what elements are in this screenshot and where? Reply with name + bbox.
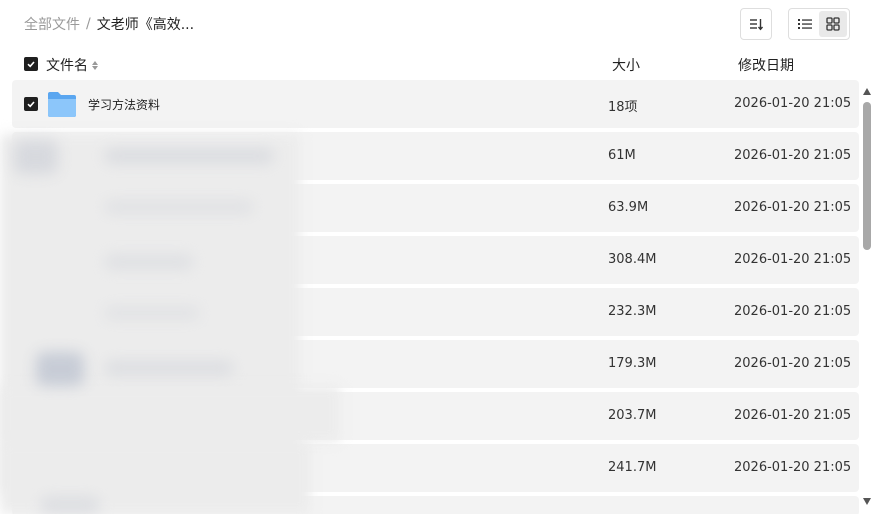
row-size: 232.3M <box>608 304 657 319</box>
redacted-region <box>0 386 340 442</box>
row-size: 63.9M <box>608 200 649 215</box>
row-date: 2026-01-20 21:05 <box>734 148 852 163</box>
grid-view-button[interactable] <box>819 11 847 37</box>
view-toggle <box>788 8 850 40</box>
table-header: 文件名 大小 修改日期 <box>0 50 860 78</box>
column-header-name-label: 文件名 <box>46 58 88 74</box>
select-all-checkbox[interactable] <box>24 57 38 71</box>
redacted-text <box>104 306 200 320</box>
redacted-icon <box>14 140 58 174</box>
redacted-text <box>104 200 254 214</box>
table-row[interactable]: 学习方法资料 18项 2026-01-20 21:05 <box>12 80 859 128</box>
redacted-text <box>104 360 234 376</box>
row-size: 179.3M <box>608 356 657 371</box>
column-header-date[interactable]: 修改日期 <box>738 55 794 75</box>
sort-button[interactable] <box>740 8 772 40</box>
row-date: 2026-01-20 21:05 <box>734 96 852 111</box>
scrollbar[interactable] <box>860 84 874 514</box>
row-date: 2026-01-20 21:05 <box>734 460 852 475</box>
redacted-text <box>104 254 194 270</box>
row-date: 2026-01-20 21:05 <box>734 304 852 319</box>
folder-icon <box>48 92 76 117</box>
grid-view-icon <box>826 17 840 31</box>
scroll-up-arrow-icon[interactable] <box>863 88 871 95</box>
row-date: 2026-01-20 21:05 <box>734 408 852 423</box>
row-date: 2026-01-20 21:05 <box>734 356 852 371</box>
row-date: 2026-01-20 21:05 <box>734 252 852 267</box>
row-checkbox[interactable] <box>24 97 38 111</box>
redacted-icon <box>36 352 84 386</box>
scroll-down-arrow-icon[interactable] <box>863 498 871 505</box>
check-icon <box>27 101 35 108</box>
scrollbar-thumb[interactable] <box>863 102 871 250</box>
column-header-size[interactable]: 大小 <box>612 55 640 75</box>
breadcrumb-current-folder: 文老师《高效... <box>96 17 195 33</box>
list-view-button[interactable] <box>791 11 819 37</box>
row-size: 18项 <box>608 100 638 115</box>
sort-icon <box>750 19 763 31</box>
column-header-name[interactable]: 文件名 <box>46 55 98 75</box>
breadcrumb-separator: / <box>86 16 91 32</box>
row-size: 241.7M <box>608 460 657 475</box>
row-date: 2026-01-20 21:05 <box>734 200 852 215</box>
row-size: 308.4M <box>608 252 657 267</box>
breadcrumb-root-link[interactable]: 全部文件 <box>24 14 80 34</box>
sort-arrows-icon <box>92 60 98 70</box>
row-size: 61M <box>608 148 636 163</box>
list-view-icon <box>798 19 812 29</box>
check-icon <box>27 61 35 68</box>
redacted-text <box>104 148 274 164</box>
row-name[interactable]: 学习方法资料 <box>88 96 160 113</box>
redacted-icon <box>40 496 100 514</box>
breadcrumb: 全部文件 / 文老师《高效... <box>24 14 194 34</box>
row-size: 203.7M <box>608 408 657 423</box>
